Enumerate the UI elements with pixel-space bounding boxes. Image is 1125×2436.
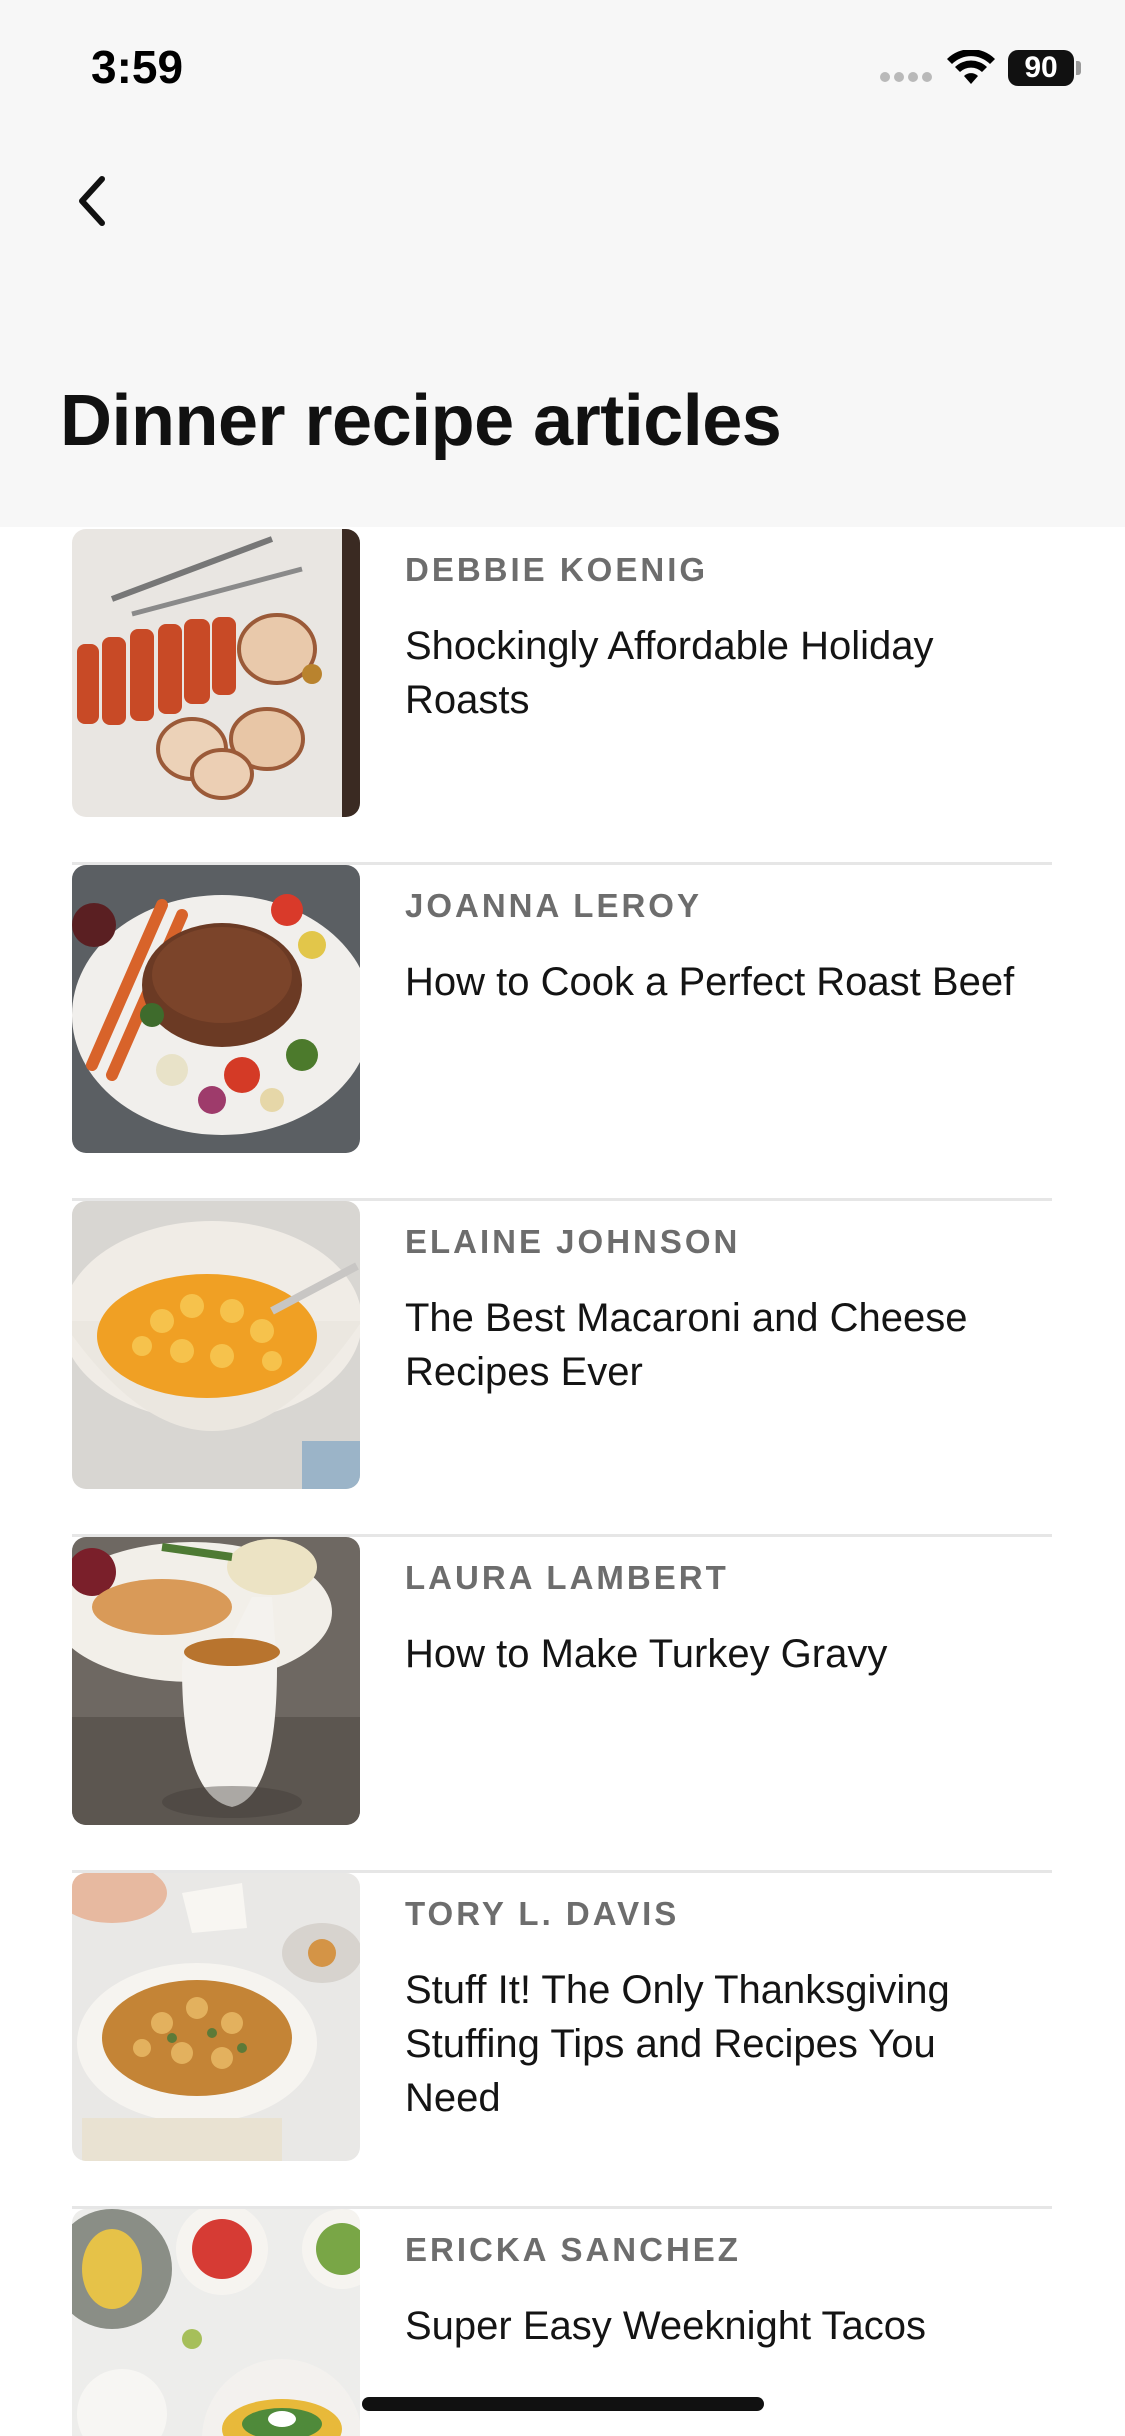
- article-item[interactable]: LAURA LAMBERT How to Make Turkey Gravy: [72, 1537, 1052, 1873]
- article-author: ERICKA SANCHEZ: [405, 2231, 741, 2268]
- article-author: ELAINE JOHNSON: [405, 1223, 741, 1260]
- article-item[interactable]: TORY L. DAVIS Stuff It! The Only Thanksg…: [72, 1873, 1052, 2209]
- wifi-icon: [947, 50, 995, 84]
- battery-cap: [1076, 61, 1081, 75]
- article-author: DEBBIE KOENIG: [405, 551, 709, 588]
- back-button[interactable]: [62, 168, 122, 234]
- chevron-left-icon: [79, 176, 105, 226]
- article-thumbnail: [72, 865, 360, 1153]
- article-thumbnail: [72, 1537, 360, 1825]
- article-title: The Best Macaroni and Cheese Recipes Eve…: [405, 1296, 968, 1394]
- article-title: How to Make Turkey Gravy: [405, 1632, 888, 1676]
- header: 3:59 90 Dinner recipe articles: [0, 0, 1125, 527]
- cellular-signal-icon: [880, 72, 934, 84]
- article-author: LAURA LAMBERT: [405, 1559, 729, 1596]
- article-author: JOANNA LEROY: [405, 887, 702, 924]
- article-title: Super Easy Weeknight Tacos: [405, 2304, 927, 2348]
- article-item[interactable]: ELAINE JOHNSON The Best Macaroni and Che…: [72, 1201, 1052, 1537]
- article-item[interactable]: JOANNA LEROY How to Cook a Perfect Roast…: [72, 865, 1052, 1201]
- article-title: How to Cook a Perfect Roast Beef: [405, 960, 1015, 1004]
- article-title: Stuff It! The Only Thanksgiving Stuffing…: [405, 1968, 950, 2120]
- status-bar: 3:59 90: [0, 0, 1125, 140]
- article-title: Shockingly Affordable Holiday Roasts: [405, 624, 934, 722]
- article-thumbnail: [72, 2209, 360, 2436]
- home-indicator[interactable]: [362, 2397, 764, 2411]
- battery-icon: 90: [1008, 50, 1074, 86]
- article-item[interactable]: DEBBIE KOENIG Shockingly Affordable Holi…: [72, 529, 1052, 865]
- article-thumbnail: [72, 1201, 360, 1489]
- article-thumbnail: [72, 1873, 360, 2161]
- status-time: 3:59: [91, 41, 184, 93]
- page-title: Dinner recipe articles: [60, 381, 782, 461]
- screen: 3:59 90 Dinner recipe articles DEBBIE KO…: [0, 0, 1125, 2436]
- article-thumbnail: [72, 529, 360, 817]
- article-author: TORY L. DAVIS: [405, 1895, 680, 1932]
